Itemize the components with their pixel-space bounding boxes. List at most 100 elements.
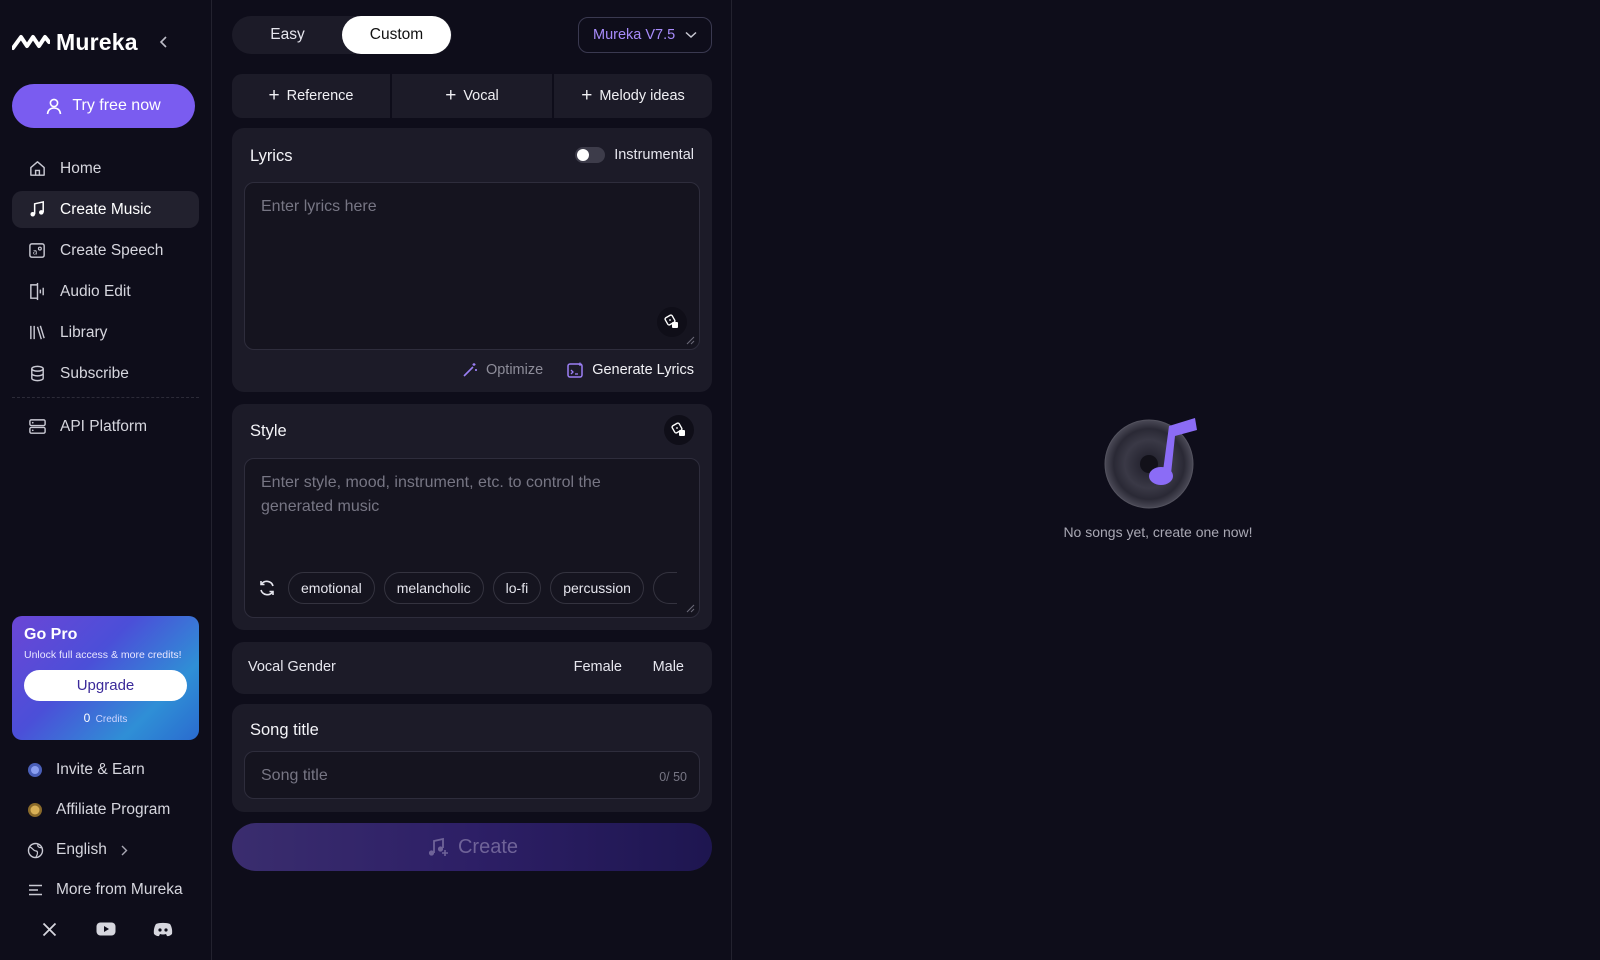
speech-icon: a <box>29 243 45 258</box>
add-melody-ideas-button[interactable]: + Melody ideas <box>554 74 712 118</box>
mode-custom-tab[interactable]: Custom <box>342 16 451 54</box>
mode-easy-tab[interactable]: Easy <box>233 16 342 54</box>
style-tag[interactable]: emotional <box>288 572 375 604</box>
add-reference-button[interactable]: + Reference <box>232 74 390 118</box>
svg-text:a: a <box>33 247 38 256</box>
optimize-label: Optimize <box>485 362 544 378</box>
nav-item-api-platform[interactable]: API Platform <box>12 408 199 445</box>
random-style-dice-icon[interactable] <box>664 415 694 445</box>
generate-lyrics-label: Generate Lyrics <box>592 362 694 378</box>
nav-item-home[interactable]: Home <box>12 150 199 187</box>
nav-label: Library <box>60 323 108 341</box>
style-tags: emotional melancholic lo-fi percussion <box>244 572 686 604</box>
resize-handle-icon[interactable] <box>685 603 695 613</box>
gender-male-option[interactable]: Male <box>653 659 684 675</box>
nav-label: Create Speech <box>60 241 164 259</box>
affiliate-label: Affiliate Program <box>56 801 171 818</box>
chevron-down-icon <box>685 31 697 39</box>
more-from-mureka-link[interactable]: More from Mureka <box>26 870 206 910</box>
invite-earn-link[interactable]: Invite & Earn <box>26 750 206 790</box>
music-note-icon <box>30 200 44 217</box>
instrumental-toggle-row: Instrumental <box>575 147 694 163</box>
try-free-button[interactable]: Try free now <box>12 84 195 128</box>
discord-icon[interactable] <box>152 918 174 940</box>
add-vocal-label: Vocal <box>463 88 499 104</box>
language-selector[interactable]: English <box>26 830 206 870</box>
create-button[interactable]: Create <box>232 823 712 871</box>
user-icon <box>47 98 62 114</box>
sidebar: Mureka Try free now Home Create Music a … <box>0 0 212 960</box>
affiliate-icon <box>26 801 44 819</box>
affiliate-program-link[interactable]: Affiliate Program <box>26 790 206 830</box>
nav-item-library[interactable]: Library <box>12 314 199 351</box>
random-lyrics-dice-icon[interactable] <box>657 307 687 337</box>
lyrics-title: Lyrics <box>250 147 293 165</box>
main-nav: Home Create Music a Create Speech Audio … <box>12 150 199 449</box>
go-pro-card: Go Pro Unlock full access & more credits… <box>12 616 199 740</box>
nav-item-subscribe[interactable]: Subscribe <box>12 355 199 392</box>
song-title-placeholder: Song title <box>261 767 328 784</box>
music-create-icon <box>428 837 448 856</box>
style-tag[interactable]: melancholic <box>383 572 484 604</box>
nav-label: Create Music <box>60 200 152 218</box>
optimize-button[interactable]: Optimize <box>462 362 543 378</box>
song-title-input[interactable]: Song title 0/ 50 <box>244 751 700 799</box>
style-placeholder-line2: generated music <box>261 498 380 515</box>
style-tag[interactable]: percussion <box>550 572 644 604</box>
resize-handle-icon[interactable] <box>685 335 695 345</box>
nav-item-create-speech[interactable]: a Create Speech <box>12 232 199 269</box>
gender-female-option[interactable]: Female <box>574 659 622 675</box>
style-tag-overflow[interactable] <box>652 572 677 604</box>
more-label: More from Mureka <box>56 881 183 898</box>
logo[interactable]: Mureka <box>12 26 200 58</box>
x-icon[interactable] <box>38 918 60 940</box>
song-title-card: Song title Song title 0/ 50 <box>232 704 712 812</box>
mureka-logo-icon <box>12 35 50 50</box>
add-vocal-button[interactable]: + Vocal <box>392 74 552 118</box>
empty-state: No songs yet, create one now! <box>1040 416 1276 540</box>
credits-display: 0 Credits <box>24 711 187 725</box>
create-label: Create <box>457 835 519 858</box>
try-free-label: Try free now <box>72 97 161 114</box>
language-label: English <box>56 841 107 858</box>
nav-label: Home <box>60 159 102 177</box>
generate-lyrics-button[interactable]: Generate Lyrics <box>567 362 694 378</box>
social-links <box>38 918 209 940</box>
youtube-icon[interactable] <box>95 918 117 940</box>
chevron-right-icon <box>121 845 128 856</box>
invite-icon <box>26 761 44 779</box>
refresh-tags-icon[interactable] <box>252 573 282 603</box>
plus-icon: + <box>445 85 457 106</box>
lyrics-actions: Optimize Generate Lyrics <box>462 362 694 378</box>
lyrics-textarea[interactable]: Enter lyrics here <box>244 182 700 350</box>
empty-state-text: No songs yet, create one now! <box>1063 524 1253 540</box>
magic-wand-icon <box>463 363 477 377</box>
home-icon <box>30 161 45 176</box>
pro-subtitle: Unlock full access & more credits! <box>24 649 182 661</box>
vinyl-music-icon <box>1103 416 1213 512</box>
song-title-heading: Song title <box>250 721 319 739</box>
menu-icon <box>26 881 44 899</box>
nav-item-audio-edit[interactable]: Audio Edit <box>12 273 199 310</box>
instrumental-label: Instrumental <box>614 147 694 163</box>
nav-divider <box>12 397 199 398</box>
panel-divider <box>731 0 732 960</box>
style-placeholder-line1: Enter style, mood, instrument, etc. to c… <box>261 474 601 491</box>
plus-icon: + <box>581 85 593 106</box>
credits-label: Credits <box>95 714 128 725</box>
adder-buttons: + Reference + Vocal + Melody ideas <box>232 74 712 118</box>
style-placeholder: Enter style, mood, instrument, etc. to c… <box>261 471 601 519</box>
upgrade-button[interactable]: Upgrade <box>24 670 187 701</box>
style-tag[interactable]: lo-fi <box>492 572 542 604</box>
model-select[interactable]: Mureka V7.5 <box>578 17 712 53</box>
lyrics-placeholder: Enter lyrics here <box>261 198 377 215</box>
create-panel: Easy Custom Mureka V7.5 + Reference + Voca… <box>232 0 712 960</box>
api-icon <box>29 419 46 434</box>
instrumental-switch[interactable] <box>575 147 606 163</box>
add-melody-label: Melody ideas <box>599 88 685 104</box>
nav-label: API Platform <box>60 417 147 435</box>
credits-value: 0 <box>83 711 91 725</box>
nav-item-create-music[interactable]: Create Music <box>12 191 199 228</box>
collapse-sidebar-icon[interactable] <box>154 32 174 52</box>
library-icon <box>30 325 45 340</box>
